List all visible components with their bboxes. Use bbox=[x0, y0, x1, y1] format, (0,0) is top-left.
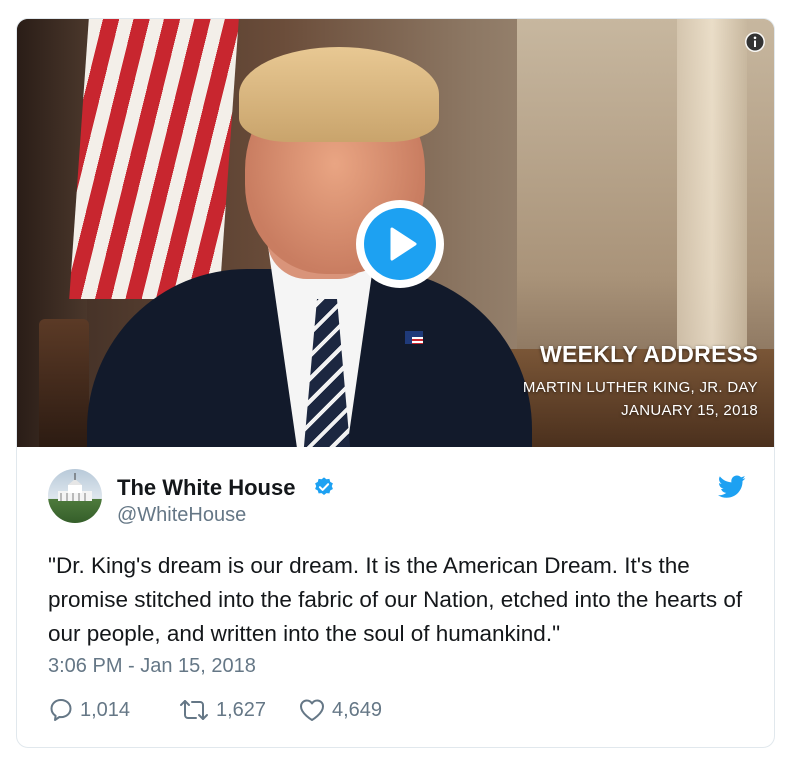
verified-badge-icon bbox=[315, 477, 333, 495]
white-house-avatar-icon bbox=[58, 473, 92, 501]
video-background-column bbox=[677, 19, 747, 349]
video-overlay-date: JANUARY 15, 2018 bbox=[621, 402, 758, 419]
retweet-count: 1,627 bbox=[216, 698, 267, 721]
flag-pin bbox=[405, 331, 423, 344]
like-button[interactable]: 4,649 bbox=[298, 697, 382, 723]
retweet-icon bbox=[180, 700, 208, 720]
reply-count: 1,014 bbox=[80, 698, 131, 721]
video-background-chair bbox=[39, 319, 89, 447]
reply-icon bbox=[50, 699, 72, 721]
author-display-name[interactable]: The White House bbox=[117, 475, 295, 501]
like-count: 4,649 bbox=[332, 698, 383, 721]
author-handle[interactable]: @WhiteHouse bbox=[117, 504, 246, 527]
tweet-text: "Dr. King's dream is our dream. It is th… bbox=[48, 553, 743, 646]
twitter-bird-icon[interactable] bbox=[718, 475, 746, 499]
retweet-button[interactable]: 1,627 bbox=[178, 697, 266, 723]
video-overlay-subtitle: MARTIN LUTHER KING, JR. DAY bbox=[522, 379, 758, 396]
reply-button[interactable]: 1,014 bbox=[48, 697, 130, 723]
avatar[interactable] bbox=[48, 469, 102, 523]
tweet-timestamp[interactable]: 3:06 PM - Jan 15, 2018 bbox=[48, 655, 256, 678]
video-overlay-title: WEEKLY ADDRESS bbox=[539, 341, 758, 367]
video-background-flag bbox=[69, 19, 239, 299]
play-button[interactable] bbox=[355, 199, 445, 289]
tweet-card: WEEKLY ADDRESS MARTIN LUTHER KING, JR. D… bbox=[16, 18, 775, 748]
like-icon bbox=[300, 699, 324, 721]
info-icon[interactable] bbox=[744, 31, 766, 53]
tweet-body: The White House @WhiteHouse "Dr. King's … bbox=[17, 447, 774, 747]
video-subject-hair bbox=[239, 47, 439, 142]
video-player[interactable]: WEEKLY ADDRESS MARTIN LUTHER KING, JR. D… bbox=[17, 19, 774, 447]
